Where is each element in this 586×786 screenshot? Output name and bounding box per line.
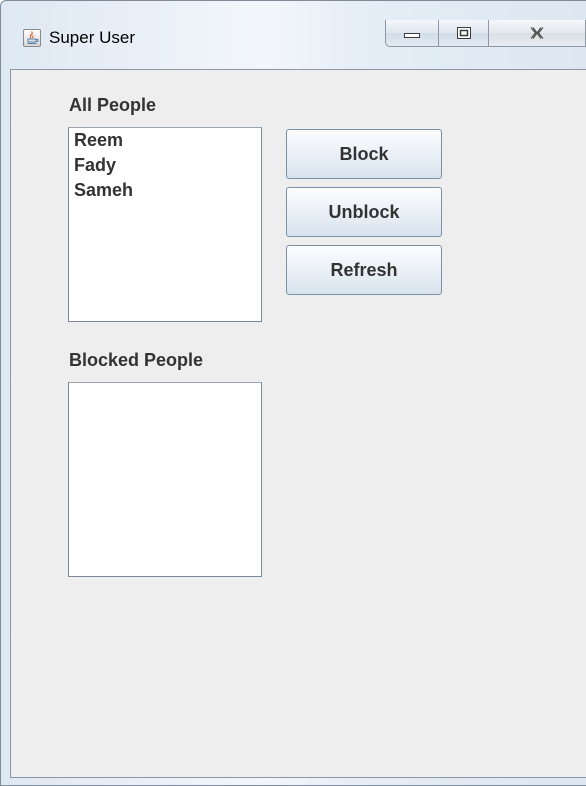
minimize-icon bbox=[404, 33, 420, 38]
window-controls bbox=[385, 20, 586, 47]
maximize-button[interactable] bbox=[439, 20, 489, 47]
maximize-icon bbox=[456, 27, 471, 39]
list-item[interactable]: Reem bbox=[69, 128, 261, 153]
list-item[interactable]: Fady bbox=[69, 153, 261, 178]
list-item[interactable]: Sameh bbox=[69, 178, 261, 203]
minimize-button[interactable] bbox=[385, 20, 439, 47]
close-button[interactable] bbox=[489, 20, 586, 47]
all-people-list[interactable]: Reem Fady Sameh bbox=[68, 127, 262, 322]
app-window: Super User All People Reem Fady Sameh Bl… bbox=[0, 0, 586, 786]
block-button[interactable]: Block bbox=[286, 129, 442, 179]
refresh-button[interactable]: Refresh bbox=[286, 245, 442, 295]
close-icon bbox=[530, 27, 544, 39]
window-title: Super User bbox=[49, 28, 135, 47]
client-area: All People Reem Fady Sameh Block Unblock R… bbox=[10, 69, 586, 778]
blocked-people-label: Blocked People bbox=[69, 350, 204, 370]
all-people-label: All People bbox=[69, 95, 157, 115]
title-bar[interactable]: Super User bbox=[1, 1, 586, 65]
unblock-button[interactable]: Unblock bbox=[286, 187, 442, 237]
java-coffee-icon[interactable] bbox=[23, 29, 41, 47]
blocked-people-list[interactable] bbox=[68, 382, 262, 577]
